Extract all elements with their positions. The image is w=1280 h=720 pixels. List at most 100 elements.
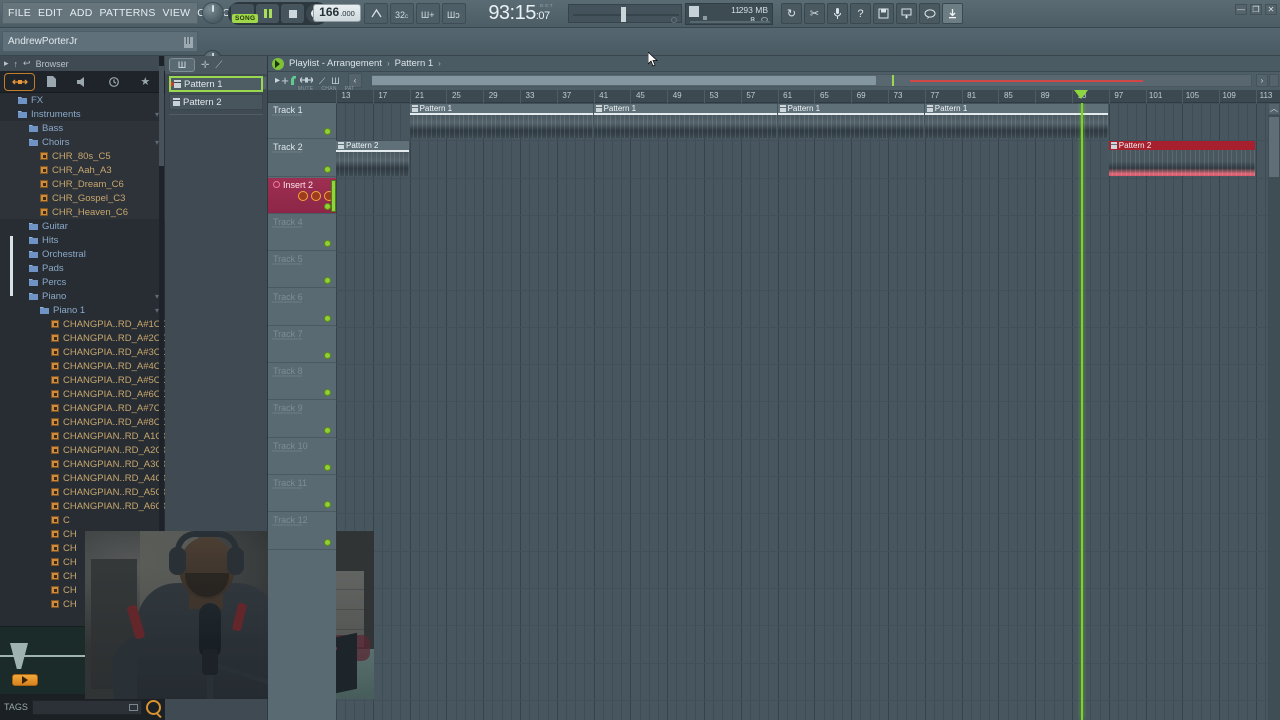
master-pitch-knob[interactable] bbox=[202, 2, 224, 24]
track-pencil-icon[interactable]: ⟋ bbox=[319, 76, 325, 87]
track-header[interactable]: Track 9 bbox=[268, 401, 336, 438]
song-mode-badge[interactable]: SONG bbox=[232, 14, 259, 23]
track-enable-led[interactable] bbox=[324, 426, 331, 434]
track-level-bar[interactable] bbox=[272, 300, 302, 303]
browser-folder[interactable]: Percs bbox=[0, 275, 165, 289]
track-enable-led[interactable] bbox=[324, 128, 331, 136]
browser-sample-item[interactable]: CHR_80s_C5 bbox=[0, 149, 165, 163]
add-track-button[interactable]: + bbox=[278, 74, 292, 87]
track-header[interactable]: Track 11 bbox=[268, 476, 336, 513]
menu-item-view[interactable]: VIEW bbox=[163, 7, 191, 19]
project-name-field[interactable]: AndrewPorterJr bbox=[2, 31, 198, 52]
pattern-draw-icon[interactable]: ⟋ bbox=[215, 60, 222, 71]
browser-folder[interactable]: Piano ▾ bbox=[0, 289, 165, 303]
track-level-bar[interactable] bbox=[272, 524, 302, 527]
track-header[interactable]: Track 7 bbox=[268, 327, 336, 364]
stop-button[interactable] bbox=[281, 4, 304, 23]
scroll-up-button[interactable]: ︿ bbox=[1268, 103, 1280, 115]
menu-item-file[interactable]: FILE bbox=[8, 7, 31, 19]
pattern-list-item[interactable]: Pattern 1 bbox=[169, 76, 263, 92]
track-enable-led[interactable] bbox=[324, 538, 331, 546]
playlist-clip[interactable]: Pattern 2 bbox=[336, 141, 410, 176]
pattern-list-item[interactable]: Pattern 2 bbox=[169, 94, 263, 110]
browser-sample-item[interactable]: CHANGPIAN..RD_A5OGG bbox=[0, 485, 165, 499]
playlist-clip[interactable]: Pattern 1 bbox=[593, 104, 778, 139]
shuffle-knob-button[interactable] bbox=[364, 3, 388, 24]
track-enable-led[interactable] bbox=[324, 501, 331, 509]
browser-sample-item[interactable]: CHANGPIAN..RD_A4OGG bbox=[0, 471, 165, 485]
browser-folder[interactable]: Piano 1 ▾ bbox=[0, 303, 165, 317]
track-enable-led[interactable] bbox=[324, 463, 331, 471]
browser-folder[interactable]: Bass bbox=[0, 121, 165, 135]
browser-sample-item[interactable]: CHANGPIAN..RD_A2OGG bbox=[0, 443, 165, 457]
track-enable-led[interactable] bbox=[324, 389, 331, 397]
browser-sample-item[interactable]: CHANGPIA..RD_A#5OGG bbox=[0, 373, 165, 387]
menu-item-patterns[interactable]: PATTERNS bbox=[99, 7, 155, 19]
playlist-ruler[interactable]: 13 17 21 25 29 33 37 41 45 49 53 57 61 65 69 73 77 81 85 89… bbox=[268, 90, 1280, 103]
record-arm-icon[interactable] bbox=[273, 180, 280, 188]
browser-folder[interactable]: Hits bbox=[0, 233, 165, 247]
browser-tab-file-icon[interactable] bbox=[35, 73, 66, 91]
browser-sample-item[interactable]: C bbox=[0, 513, 165, 527]
track-level-bar[interactable] bbox=[272, 375, 302, 378]
menu-bar[interactable]: FILE EDIT ADD PATTERNS VIEW OPTIONS TOOL… bbox=[2, 2, 324, 24]
track-header[interactable]: Track 10 bbox=[268, 439, 336, 475]
insert-buttons[interactable] bbox=[298, 190, 334, 201]
browser-sample-item[interactable]: CHR_Heaven_C6 bbox=[0, 205, 165, 219]
track-header[interactable]: Track 1 bbox=[268, 103, 336, 140]
clip-area[interactable]: Pattern 1 Pattern 1 Pattern 1 Pattern 1 Patt… bbox=[336, 103, 1280, 720]
browser-sample-item[interactable]: CHANGPIA..RD_A#2OGG bbox=[0, 331, 165, 345]
browser-sample-item[interactable]: CHANGPIAN..RD_A3OGG bbox=[0, 457, 165, 471]
track-level-bar[interactable] bbox=[272, 225, 302, 228]
playhead-marker[interactable] bbox=[1074, 90, 1089, 99]
playlist-clip[interactable]: Pattern 2 bbox=[1108, 141, 1256, 176]
track-level-bar[interactable] bbox=[272, 449, 302, 452]
browser-scrollbar[interactable] bbox=[159, 56, 164, 596]
help-icon[interactable]: ? bbox=[850, 3, 871, 24]
track-level-bar[interactable] bbox=[272, 337, 302, 340]
save-icon[interactable] bbox=[873, 3, 894, 24]
minimize-button[interactable]: — bbox=[1235, 4, 1247, 15]
close-button[interactable]: ✕ bbox=[1265, 4, 1277, 15]
snap-panel-button[interactable]: Ш+ bbox=[416, 3, 440, 24]
track-grid-icon[interactable]: Ш bbox=[331, 76, 339, 86]
maximize-button[interactable]: ❐ bbox=[1250, 4, 1262, 15]
playlist-breadcrumb[interactable]: Pattern 1 bbox=[395, 58, 434, 69]
browser-sample-item[interactable]: CHANGPIAN..RD_A6OGG bbox=[0, 499, 165, 513]
browser-folder[interactable]: Choirs ▾ bbox=[0, 135, 165, 149]
browser-tab-history-icon[interactable] bbox=[98, 73, 129, 91]
pause-button[interactable] bbox=[256, 4, 279, 23]
search-icon[interactable] bbox=[146, 699, 161, 715]
browser-tab-plugin-icon[interactable] bbox=[67, 73, 98, 91]
browser-folder[interactable]: Instruments ▾ bbox=[0, 107, 165, 121]
pattern-grid-icon[interactable]: Ш bbox=[169, 58, 195, 72]
browser-sample-item[interactable]: CHR_Dream_C6 bbox=[0, 177, 165, 191]
playlist-grid[interactable]: Track 1 Track 2 Insert 2 Track 4 Track 5 Trac… bbox=[268, 103, 1280, 720]
playlist-vertical-scrollbar[interactable]: ︿ bbox=[1268, 103, 1280, 720]
track-level-bar[interactable] bbox=[272, 412, 302, 415]
track-header[interactable]: Track 6 bbox=[268, 290, 336, 326]
menu-item-add[interactable]: ADD bbox=[70, 7, 93, 19]
track-header[interactable]: Track 12 bbox=[268, 513, 336, 550]
track-level-bar[interactable] bbox=[272, 114, 302, 116]
playlist-clip[interactable]: Pattern 1 bbox=[409, 104, 594, 139]
browser-sample-item[interactable]: CHANGPIAN..RD_A1OGG bbox=[0, 429, 165, 443]
track-header[interactable]: Track 5 bbox=[268, 252, 336, 289]
download-icon[interactable] bbox=[942, 3, 963, 24]
preview-play-button[interactable] bbox=[12, 674, 38, 686]
playlist-horizontal-scrollbar[interactable] bbox=[352, 74, 1252, 87]
track-enable-led[interactable] bbox=[324, 277, 331, 285]
track-header[interactable]: Insert 2 bbox=[268, 177, 336, 214]
browser-tab-favorites-icon[interactable]: ★ bbox=[130, 73, 161, 91]
microphone-icon[interactable] bbox=[827, 3, 848, 24]
browser-sample-item[interactable]: CHR_Gospel_C3 bbox=[0, 191, 165, 205]
metronome-button[interactable]: Шↄ bbox=[442, 3, 466, 24]
browser-forward-icon[interactable]: ▸ bbox=[4, 58, 9, 69]
track-enable-led[interactable] bbox=[324, 202, 331, 210]
track-level-bar[interactable] bbox=[272, 487, 302, 489]
track-enable-led[interactable] bbox=[324, 240, 331, 248]
track-enable-led[interactable] bbox=[324, 314, 331, 322]
track-level-bar[interactable] bbox=[272, 263, 302, 266]
cut-icon[interactable]: ✂ bbox=[804, 3, 825, 24]
browser-sample-item[interactable]: CHANGPIA..RD_A#3OGG bbox=[0, 345, 165, 359]
